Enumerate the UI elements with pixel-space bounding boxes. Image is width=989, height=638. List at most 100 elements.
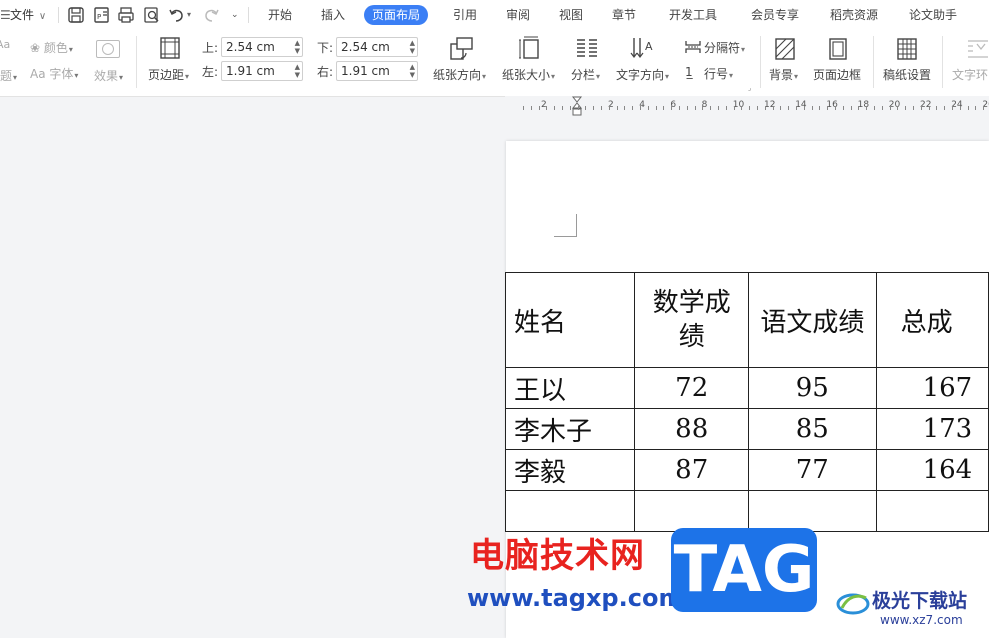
customize-toolbar-icon[interactable]: ⌄	[231, 0, 239, 30]
tab-home[interactable]: 开始	[260, 5, 300, 25]
ruler-tick	[952, 106, 953, 110]
columns-icon[interactable]	[575, 38, 599, 58]
separator-label: 分隔符	[704, 41, 741, 55]
print-icon[interactable]	[117, 6, 135, 24]
cell-name[interactable]: 李木子	[504, 408, 636, 450]
spinner-icon[interactable]: ▲ ▼	[410, 39, 415, 55]
theme-button[interactable]: 题▾	[0, 67, 17, 84]
text-wrap-button[interactable]: 文字环	[952, 66, 988, 83]
file-menu[interactable]: 文件 ∨	[10, 0, 46, 30]
cell-total[interactable]	[875, 490, 989, 532]
background-icon[interactable]	[773, 37, 797, 61]
header-name[interactable]: 姓名	[504, 272, 636, 368]
ribbon: Aa 题▾ ❀ 颜色▾ Aa 字体▾ 效果▾ 页边距▾ 上: 2.54 cm ▲…	[0, 30, 989, 97]
ruler-tick	[632, 106, 634, 110]
tab-review[interactable]: 审阅	[498, 5, 538, 25]
spinner-icon[interactable]: ▲ ▼	[410, 63, 415, 79]
save-icon[interactable]	[67, 6, 85, 24]
tab-thesis-assistant[interactable]: 论文助手	[901, 5, 965, 25]
horizontal-ruler[interactable]: 22468101214161820222426	[505, 96, 989, 118]
palette-icon: ❀	[30, 41, 41, 55]
text-direction-icon[interactable]: A	[630, 36, 656, 60]
tab-developer[interactable]: 开发工具	[661, 5, 725, 25]
cell-name[interactable]: 王以	[504, 367, 636, 409]
export-pdf-icon[interactable]: P	[93, 6, 111, 24]
bottom-margin-input[interactable]: 2.54 cm ▲ ▼	[336, 37, 418, 57]
cell-name[interactable]: 李毅	[504, 449, 636, 491]
watermark-url: www.tagxp.com	[467, 584, 684, 612]
columns-button[interactable]: 分栏▾	[571, 66, 600, 83]
page-border-icon[interactable]	[826, 37, 850, 61]
margin-button[interactable]: 页边距▾	[148, 66, 189, 83]
color-button[interactable]: ❀ 颜色▾	[30, 39, 73, 56]
tab-references[interactable]: 引用	[445, 5, 485, 25]
ruler-tick	[694, 106, 696, 110]
header-chinese[interactable]: 语文成绩	[748, 272, 877, 368]
color-label: 颜色	[43, 41, 68, 55]
tab-view[interactable]: 视图	[551, 5, 591, 25]
tab-page-layout[interactable]: 页面布局	[364, 5, 429, 25]
font-theme-button[interactable]: Aa 字体▾	[30, 65, 78, 82]
manuscript-button[interactable]: 稿纸设置	[883, 66, 931, 83]
cell-total[interactable]: 167	[875, 367, 989, 409]
cell-total[interactable]: 164	[875, 449, 989, 491]
paper-size-icon[interactable]	[518, 36, 542, 60]
cell-chinese[interactable]: 95	[748, 367, 877, 409]
cell-chinese[interactable]: 85	[748, 408, 877, 450]
top-margin-input[interactable]: 2.54 cm ▲ ▼	[221, 37, 303, 57]
right-margin-input[interactable]: 1.91 cm ▲ ▼	[336, 61, 418, 81]
margin-icon[interactable]	[158, 36, 182, 60]
dialog-launcher-icon[interactable]: ⌟	[748, 84, 751, 92]
ruler-tick	[936, 106, 938, 110]
background-button[interactable]: 背景▾	[769, 66, 798, 83]
ruler-tick	[983, 106, 985, 110]
ruler-tick	[803, 106, 805, 110]
tab-insert[interactable]: 插入	[313, 5, 353, 25]
ruler-tick	[959, 106, 961, 110]
ruler-tick	[679, 106, 680, 110]
file-menu-label: 文件	[10, 8, 35, 22]
theme-label: 题	[0, 69, 13, 83]
manuscript-icon[interactable]	[895, 37, 919, 61]
theme-icon[interactable]: Aa	[0, 38, 10, 51]
cell-math[interactable]: 72	[634, 367, 750, 409]
redo-icon[interactable]	[202, 6, 220, 24]
tab-chapter[interactable]: 章节	[604, 5, 644, 25]
line-number-button[interactable]: 行号▾	[704, 65, 733, 82]
orientation-icon[interactable]	[448, 35, 474, 61]
ruler-tick	[897, 106, 899, 110]
ruler-tick	[640, 106, 641, 110]
cell-total[interactable]: 173	[875, 408, 989, 450]
separator-button[interactable]: 分隔符▾	[704, 39, 745, 56]
ruler-tick	[725, 106, 727, 110]
left-margin-input[interactable]: 1.91 cm ▲ ▼	[221, 61, 303, 81]
cell-chinese[interactable]	[748, 490, 877, 532]
ruler-tick	[663, 106, 665, 110]
effect-button[interactable]: 效果▾	[94, 67, 123, 84]
grades-table[interactable]: 姓名 数学成绩 语文成绩 总成 王以 72 95 167 李木子 88 85 1…	[504, 272, 989, 532]
ruler-tick	[788, 106, 790, 110]
header-math[interactable]: 数学成绩	[634, 272, 750, 368]
cell-math[interactable]: 88	[634, 408, 750, 450]
tab-docer-resources[interactable]: 稻壳资源	[822, 5, 886, 25]
cell-math[interactable]	[634, 490, 750, 532]
separator-icon[interactable]	[684, 39, 702, 55]
ruler-tick	[881, 106, 883, 110]
ruler-tick	[702, 106, 704, 110]
paper-size-button[interactable]: 纸张大小▾	[502, 66, 555, 83]
cell-name[interactable]	[504, 490, 636, 532]
text-direction-button[interactable]: 文字方向▾	[616, 66, 669, 83]
effect-icon[interactable]	[96, 40, 120, 58]
print-preview-icon[interactable]	[143, 6, 161, 24]
page-border-button[interactable]: 页面边框	[813, 66, 861, 83]
spinner-icon[interactable]: ▲ ▼	[295, 39, 300, 55]
cell-chinese[interactable]: 77	[748, 449, 877, 491]
orientation-button[interactable]: 纸张方向▾	[433, 66, 486, 83]
undo-dropdown-icon[interactable]: ▾	[187, 0, 191, 30]
cell-math[interactable]: 87	[634, 449, 750, 491]
text-wrap-icon[interactable]	[966, 38, 989, 60]
spinner-icon[interactable]: ▲ ▼	[295, 63, 300, 79]
undo-icon[interactable]	[168, 6, 186, 24]
header-total[interactable]: 总成	[875, 272, 989, 368]
tab-member[interactable]: 会员专享	[743, 5, 807, 25]
